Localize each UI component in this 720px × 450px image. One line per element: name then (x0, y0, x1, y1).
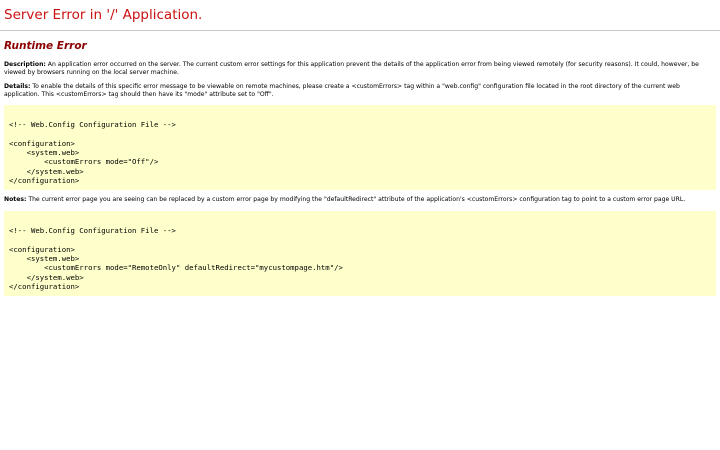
code-line: <!-- Web.Config Configuration File --> (9, 120, 176, 130)
notes-text: The current error page you are seeing ca… (26, 196, 686, 204)
details-label: Details: (4, 83, 31, 90)
description-paragraph: Description: An application error occurr… (4, 61, 716, 76)
code-line: </configuration> (9, 176, 80, 186)
details-text: To enable the details of this specific e… (4, 83, 680, 98)
error-page: Server Error in '/' Application. Runtime… (0, 0, 720, 297)
title-divider (0, 30, 720, 31)
code-line: </system.web> (9, 272, 84, 282)
config-code-block-off: <!-- Web.Config Configuration File --> <c… (4, 105, 716, 191)
code-line: <system.web> (9, 254, 80, 264)
notes-paragraph: Notes: The current error page you are se… (4, 196, 716, 204)
config-code-block-redirect: <!-- Web.Config Configuration File --> <c… (4, 210, 716, 297)
notes-label: Notes: (4, 196, 27, 204)
page-title: Server Error in '/' Application. (4, 7, 203, 23)
code-line: <system.web> (9, 148, 80, 158)
code-line: <customErrors mode="Off"/> (9, 157, 159, 167)
code-line: </configuration> (9, 281, 80, 291)
code-line: <!-- Web.Config Configuration File --> (9, 226, 176, 236)
code-line: <configuration> (9, 244, 75, 254)
code-line: </system.web> (9, 166, 84, 176)
description-text: An application error occurred on the ser… (4, 61, 699, 76)
error-subtitle: Runtime Error (4, 40, 87, 52)
code-line: <configuration> (9, 138, 75, 148)
code-line: <customErrors mode="RemoteOnly" defaultR… (9, 263, 343, 273)
description-label: Description: (4, 61, 46, 68)
details-paragraph: Details: To enable the details of this s… (4, 83, 716, 98)
